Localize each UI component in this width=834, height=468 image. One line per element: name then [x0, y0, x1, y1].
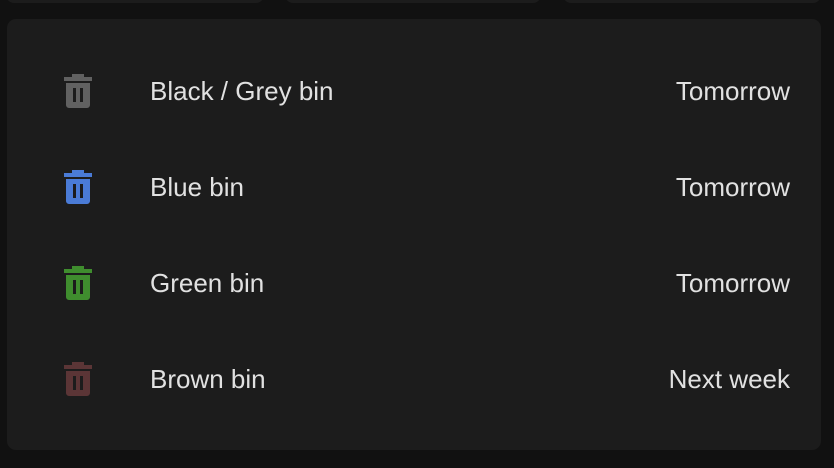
- trash-can-icon-shape: [64, 170, 92, 204]
- trash-can-icon: [62, 264, 94, 302]
- bin-collection-date: Next week: [668, 364, 790, 394]
- bin-row-blue[interactable]: Blue bin Tomorrow: [7, 157, 821, 217]
- previous-card-right: [563, 0, 821, 3]
- trash-can-icon-shape: [64, 266, 92, 300]
- previous-card-middle: [285, 0, 541, 3]
- trash-can-icon: [62, 360, 94, 398]
- bin-label: Brown bin: [150, 364, 266, 394]
- bin-row-black-grey[interactable]: Black / Grey bin Tomorrow: [7, 61, 821, 121]
- previous-cards-strip: [0, 0, 834, 6]
- trash-can-icon: [62, 168, 94, 206]
- bin-collection-date: Tomorrow: [675, 268, 790, 298]
- previous-card-left: [6, 0, 264, 3]
- bin-row-green[interactable]: Green bin Tomorrow: [7, 253, 821, 313]
- bin-row-brown[interactable]: Brown bin Next week: [7, 349, 821, 409]
- trash-can-icon-shape: [64, 74, 92, 108]
- bin-label: Black / Grey bin: [150, 76, 334, 106]
- bin-label: Blue bin: [150, 172, 244, 202]
- trash-can-icon: [62, 72, 94, 110]
- trash-can-icon-shape: [64, 362, 92, 396]
- bin-label: Green bin: [150, 268, 265, 298]
- bin-collection-card: Black / Grey bin Tomorrow Blue bin Tomor…: [7, 19, 821, 450]
- bin-collection-date: Tomorrow: [675, 172, 790, 202]
- bin-collection-date: Tomorrow: [675, 76, 790, 106]
